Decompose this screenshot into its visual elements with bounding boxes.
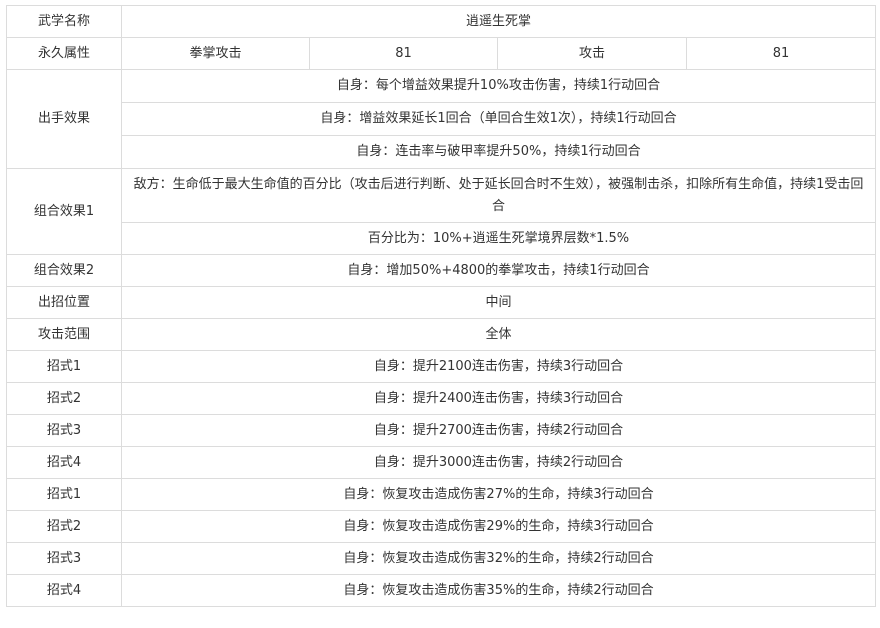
row-combo1-2: 百分比为：10%+逍遥生死掌境界层数*1.5% (7, 222, 877, 255)
move-value: 自身：恢复攻击造成伤害35%的生命，持续2行动回合 (120, 574, 877, 607)
martial-art-table: 武学名称 逍遥生死掌 永久属性 拳掌攻击 81 攻击 81 出手效果 自身：每个… (6, 5, 877, 607)
row-move: 招式2 自身：恢复攻击造成伤害29%的生命，持续3行动回合 (6, 510, 877, 543)
name-value: 逍遥生死掌 (120, 5, 877, 38)
combo1-line: 百分比为：10%+逍遥生死掌境界层数*1.5% (120, 222, 877, 255)
move-label: 招式2 (6, 382, 122, 415)
row-attack-effect-3: 自身：连击率与破甲率提升50%，持续1行动回合 (7, 135, 877, 169)
position-value: 中间 (120, 286, 877, 319)
range-label: 攻击范围 (6, 318, 122, 351)
row-move: 招式4 自身：恢复攻击造成伤害35%的生命，持续2行动回合 (6, 574, 877, 607)
move-label: 招式1 (6, 478, 122, 511)
row-name: 武学名称 逍遥生死掌 (6, 5, 877, 38)
row-position: 出招位置 中间 (6, 286, 877, 319)
move-value: 自身：提升2400连击伤害，持续3行动回合 (120, 382, 877, 415)
move-label: 招式4 (6, 574, 122, 607)
attack-effect-line: 自身：连击率与破甲率提升50%，持续1行动回合 (120, 135, 877, 169)
martial-art-table-container: 武学名称 逍遥生死掌 永久属性 拳掌攻击 81 攻击 81 出手效果 自身：每个… (6, 5, 877, 607)
move-label: 招式4 (6, 446, 122, 479)
name-label: 武学名称 (6, 5, 122, 38)
move-value: 自身：提升2700连击伤害，持续2行动回合 (120, 414, 877, 447)
permanent-label: 永久属性 (6, 37, 122, 70)
move-value: 自身：恢复攻击造成伤害29%的生命，持续3行动回合 (120, 510, 877, 543)
row-move: 招式3 自身：恢复攻击造成伤害32%的生命，持续2行动回合 (6, 542, 877, 575)
move-value: 自身：恢复攻击造成伤害27%的生命，持续3行动回合 (120, 478, 877, 511)
row-move: 招式1 自身：提升2100连击伤害，持续3行动回合 (6, 350, 877, 383)
row-move: 招式2 自身：提升2400连击伤害，持续3行动回合 (6, 382, 877, 415)
range-value: 全体 (120, 318, 877, 351)
attack-effect-line: 自身：每个增益效果提升10%攻击伤害，持续1行动回合 (120, 69, 877, 103)
row-attack-effect-2: 自身：增益效果延长1回合（单回合生效1次），持续1行动回合 (7, 102, 877, 136)
move-value: 自身：提升2100连击伤害，持续3行动回合 (120, 350, 877, 383)
row-move: 招式1 自身：恢复攻击造成伤害27%的生命，持续3行动回合 (6, 478, 877, 511)
attr1-name: 拳掌攻击 (121, 37, 310, 70)
row-move: 招式4 自身：提升3000连击伤害，持续2行动回合 (6, 446, 877, 479)
attr1-value: 81 (309, 37, 498, 70)
move-value: 自身：提升3000连击伤害，持续2行动回合 (120, 446, 877, 479)
row-move: 招式3 自身：提升2700连击伤害，持续2行动回合 (6, 414, 877, 447)
attack-effect-line: 自身：增益效果延长1回合（单回合生效1次），持续1行动回合 (120, 102, 877, 136)
move-label: 招式3 (6, 542, 122, 575)
combo1-label: 组合效果1 (6, 168, 122, 255)
attr2-name: 攻击 (497, 37, 687, 70)
row-range: 攻击范围 全体 (6, 318, 877, 351)
combo2-label: 组合效果2 (6, 254, 122, 287)
row-combo1-1: 组合效果1 敌方：生命低于最大生命值的百分比（攻击后进行判断、处于延长回合时不生… (6, 168, 877, 255)
move-value: 自身：恢复攻击造成伤害32%的生命，持续2行动回合 (120, 542, 877, 575)
move-label: 招式1 (6, 350, 122, 383)
combo1-line: 敌方：生命低于最大生命值的百分比（攻击后进行判断、处于延长回合时不生效），被强制… (120, 168, 877, 223)
combo2-value: 自身：增加50%+4800的拳掌攻击，持续1行动回合 (120, 254, 877, 287)
row-combo2: 组合效果2 自身：增加50%+4800的拳掌攻击，持续1行动回合 (6, 254, 877, 287)
move-label: 招式3 (6, 414, 122, 447)
attack-effect-label: 出手效果 (6, 69, 122, 169)
move-label: 招式2 (6, 510, 122, 543)
attr2-value: 81 (685, 37, 877, 70)
row-permanent-attributes: 永久属性 拳掌攻击 81 攻击 81 (6, 37, 877, 70)
row-attack-effect-1: 出手效果 自身：每个增益效果提升10%攻击伤害，持续1行动回合 (6, 69, 877, 169)
position-label: 出招位置 (6, 286, 122, 319)
